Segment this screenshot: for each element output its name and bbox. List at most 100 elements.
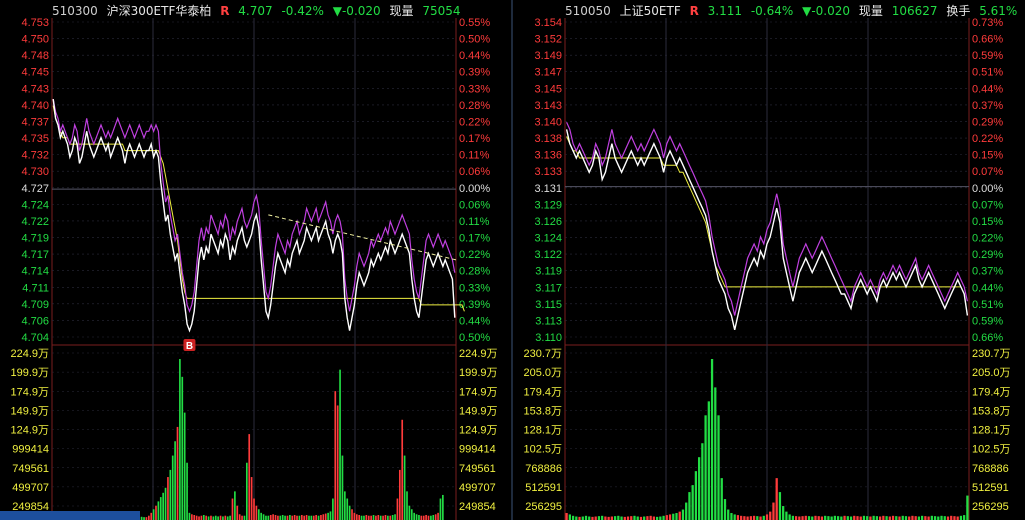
percent-tick-label: 0.66% — [972, 34, 1003, 46]
volume-bar — [344, 491, 346, 520]
volume-tick-label: 512591 — [525, 482, 562, 494]
volume-bar — [360, 515, 363, 520]
price-tick-label: 3.140 — [534, 116, 562, 128]
volume-bar — [772, 502, 775, 520]
volume-bar — [866, 516, 869, 520]
change-amount: ▼-0.020 — [802, 4, 851, 18]
volume-bar — [162, 492, 164, 520]
volume-tick-label: 205.0万 — [523, 367, 562, 379]
volume-bar — [575, 516, 578, 520]
volume-bar — [322, 514, 325, 520]
volume-bar — [439, 498, 442, 520]
volume-bar — [255, 505, 258, 520]
volume-bar — [891, 515, 895, 520]
volume-bar — [174, 441, 176, 520]
volume-bar — [804, 515, 807, 520]
volume-bar — [181, 376, 184, 520]
security-code: 510300 — [52, 4, 98, 18]
volume-bar — [937, 516, 940, 520]
volume-bar — [379, 515, 382, 520]
volume-bar — [346, 498, 349, 520]
volume-bar — [665, 515, 668, 520]
volume-value: 75054 — [422, 4, 461, 18]
price-tick-label: 4.730 — [21, 166, 49, 178]
volume-bar — [372, 514, 375, 520]
volume-bar — [248, 434, 251, 520]
price-tick-label: 3.126 — [534, 216, 562, 228]
volume-bar — [798, 516, 801, 520]
volume-label: 现量 — [858, 4, 883, 18]
volume-bar — [943, 516, 946, 520]
volume-bar — [427, 515, 430, 520]
volume-bar — [649, 515, 652, 520]
volume-bar — [849, 516, 853, 520]
volume-tick-label-right: 124.9万 — [459, 425, 498, 437]
volume-tick-label-right: 749561 — [459, 463, 496, 475]
volume-bar — [355, 514, 358, 520]
volume-bar — [856, 516, 859, 520]
volume-bar — [801, 516, 804, 520]
volume-tick-label: 768886 — [525, 463, 562, 475]
r-marker: R — [220, 4, 230, 18]
volume-bar — [630, 516, 633, 520]
percent-tick-label: 0.28% — [459, 266, 490, 278]
volume-bar — [888, 516, 891, 520]
volume-bar — [150, 512, 153, 520]
volume-bar — [147, 515, 150, 520]
volume-bar — [167, 477, 169, 520]
volume-bar — [286, 515, 289, 520]
volume-bar — [807, 516, 811, 520]
volume-bar — [853, 515, 856, 520]
price-tick-label: 4.732 — [21, 150, 49, 162]
volume-bar — [363, 515, 365, 520]
volume-bar — [762, 515, 765, 520]
volume-bar — [911, 515, 914, 520]
volume-bar — [396, 498, 399, 520]
volume-bar — [610, 516, 613, 520]
price-tick-label: 4.727 — [21, 183, 49, 195]
volume-bar — [694, 471, 698, 520]
volume-bar — [571, 515, 575, 520]
volume-bar — [191, 514, 193, 520]
volume-tick-label-right: 999414 — [459, 444, 496, 456]
percent-tick-label: 0.28% — [459, 100, 490, 112]
price-tick-label: 3.122 — [534, 249, 562, 261]
volume-bar — [202, 514, 205, 520]
volume-bar — [946, 516, 950, 520]
volume-tick-label-right: 205.0万 — [972, 367, 1011, 379]
volume-bar — [836, 516, 840, 520]
price-tick-label: 3.149 — [534, 50, 562, 62]
quote-header-510050: 510050 上证50ETF R 3.111 -0.64% ▼-0.020 现量… — [565, 2, 1022, 19]
volume-bar — [862, 515, 866, 520]
volume-bar — [791, 515, 794, 520]
volume-bar — [183, 412, 186, 520]
percent-tick-label: 0.44% — [972, 83, 1003, 95]
percent-tick-label: 0.33% — [459, 282, 490, 294]
volume-bar — [672, 513, 675, 520]
volume-bar — [226, 516, 229, 520]
volume-bar — [329, 511, 332, 520]
percent-tick-label: 0.51% — [972, 67, 1003, 79]
volume-bar — [269, 514, 272, 520]
volume-bar — [432, 514, 435, 520]
volume-bar — [714, 387, 717, 520]
volume-bar — [636, 516, 639, 520]
volume-bar — [633, 515, 636, 520]
price-tick-label: 3.154 — [534, 17, 562, 29]
price-tick-label: 4.740 — [21, 100, 49, 112]
volume-bar — [759, 516, 762, 520]
volume-bar — [765, 514, 769, 520]
volume-bar — [155, 505, 157, 520]
volume-bar — [710, 359, 714, 520]
price-tick-label: 4.737 — [21, 116, 49, 128]
volume-bar — [882, 515, 885, 520]
volume-bar — [646, 516, 649, 520]
volume-bar — [933, 516, 937, 520]
volume-bar — [756, 516, 759, 520]
percent-tick-label: 0.22% — [459, 116, 490, 128]
volume-bar — [422, 515, 425, 520]
volume-bar — [430, 515, 432, 520]
volume-bar — [398, 469, 401, 520]
volume-bar — [681, 509, 685, 520]
volume-bar — [186, 462, 188, 520]
